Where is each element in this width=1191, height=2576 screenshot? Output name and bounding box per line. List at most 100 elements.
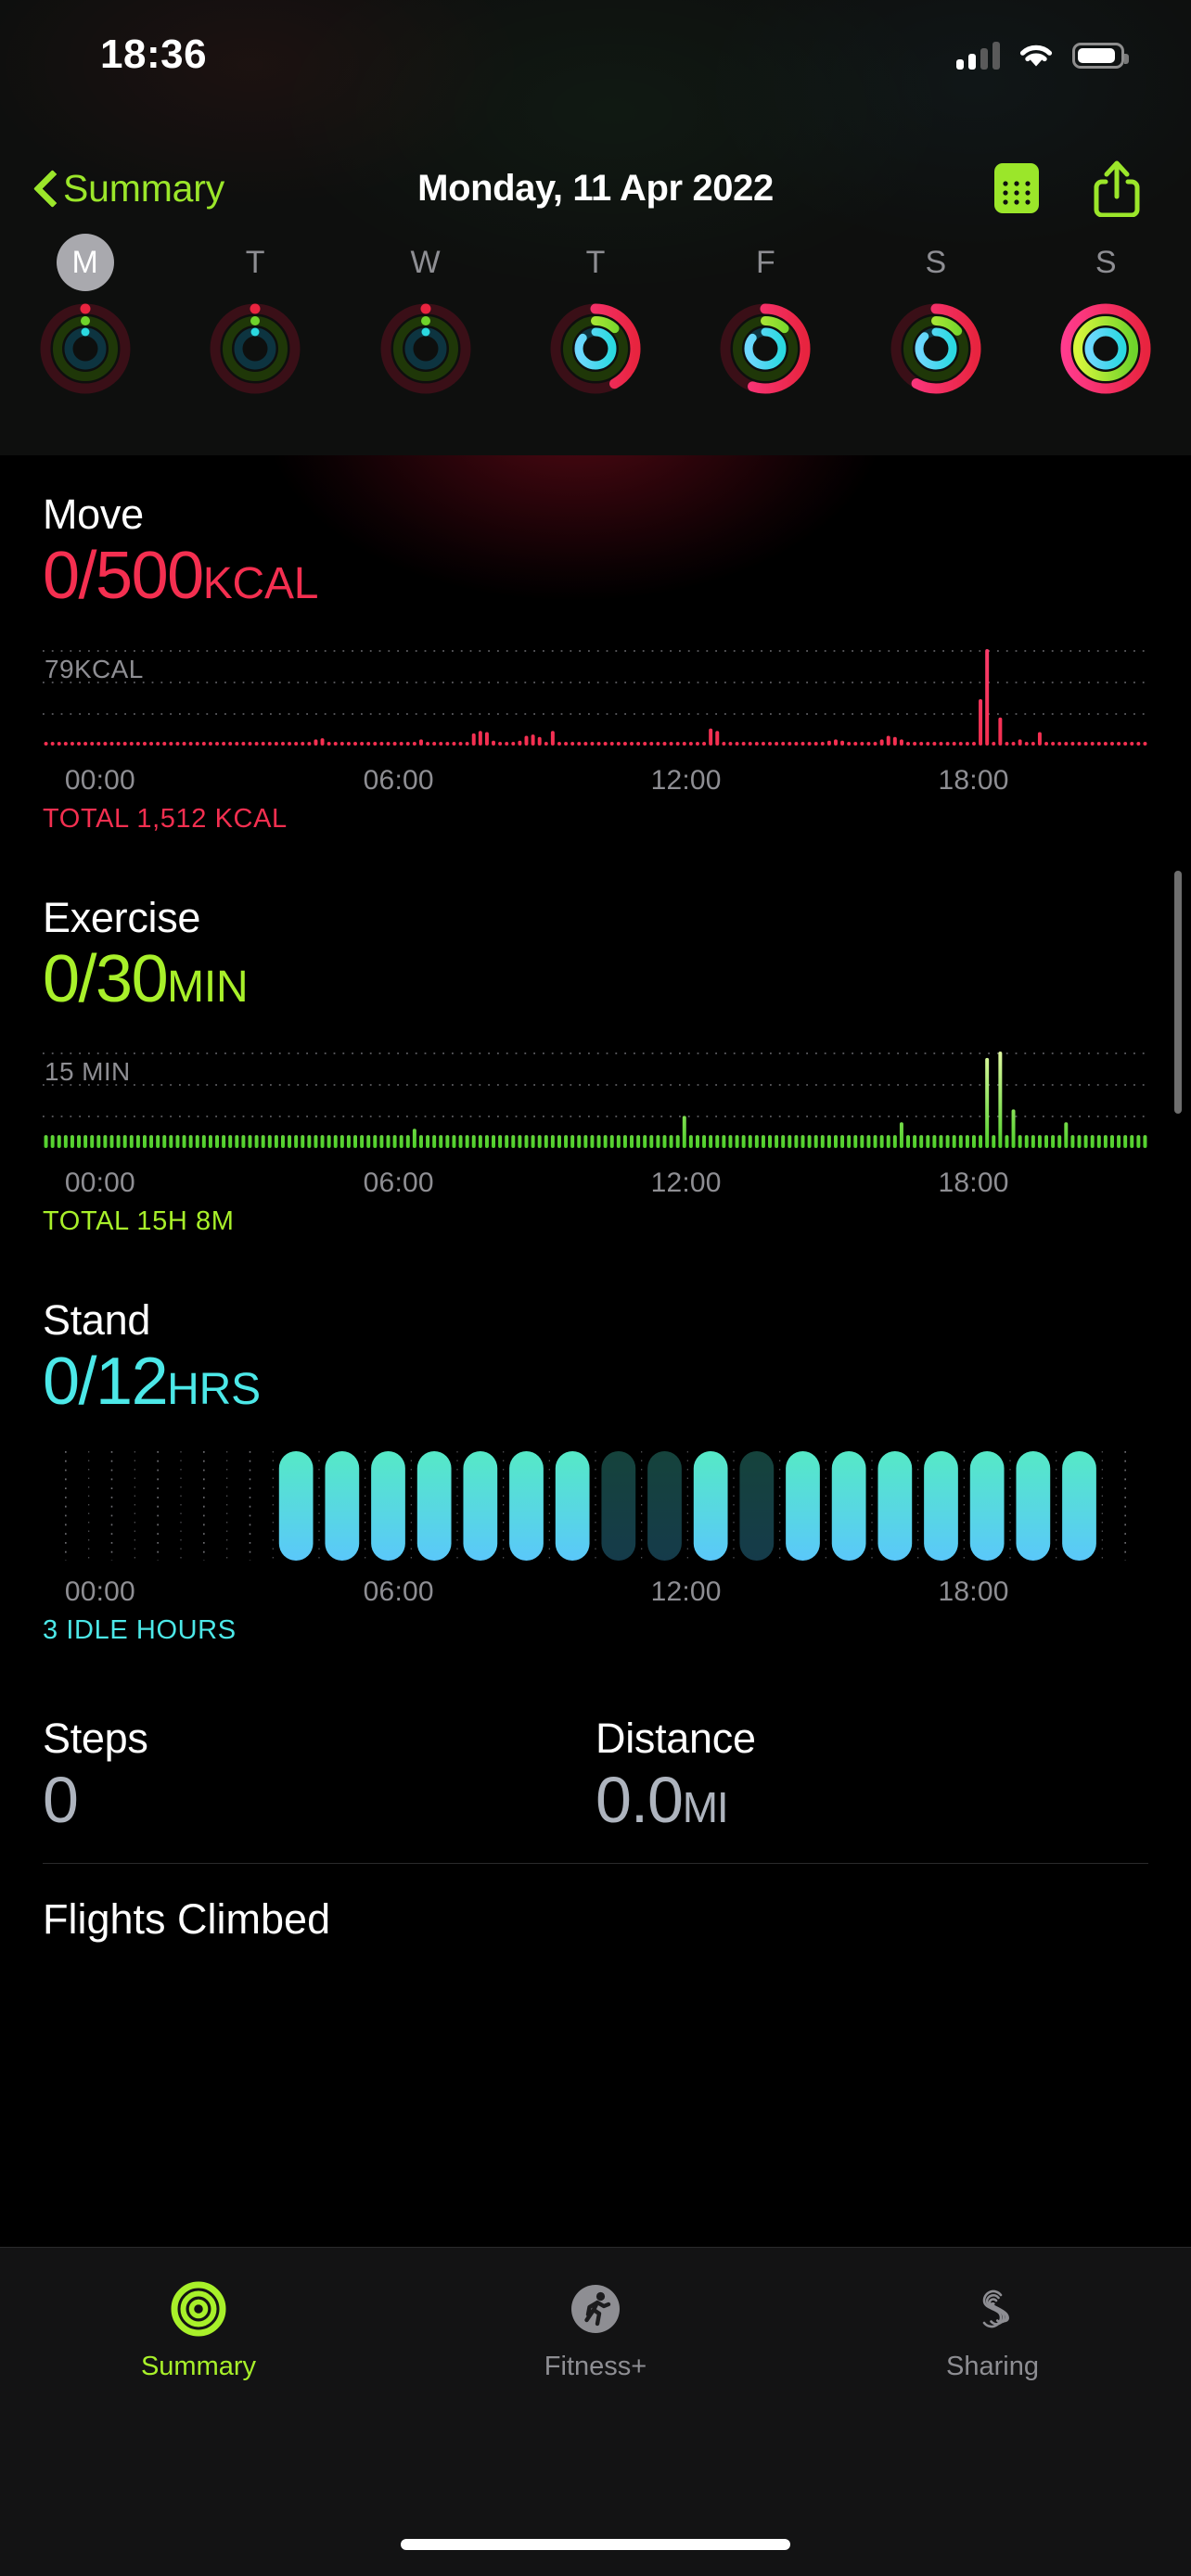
scroll-content[interactable]: Move 0/500KCAL 79KCAL 00:00 06:00 12:00 18:… <box>0 455 1191 2247</box>
chart-bar <box>1103 741 1108 746</box>
chart-bar <box>622 1135 627 1149</box>
chart-bar <box>1037 1135 1042 1149</box>
axis-tick-label: 06:00 <box>363 1167 434 1199</box>
week-day-4[interactable]: F <box>681 234 851 397</box>
chart-bar <box>44 1135 48 1149</box>
tab-fitness-plus[interactable]: Fitness+ <box>397 2279 794 2382</box>
chart-bar <box>847 1135 852 1149</box>
chart-bar <box>919 741 924 746</box>
scroll-indicator[interactable] <box>1174 871 1182 1114</box>
week-day-0[interactable]: M <box>0 234 170 397</box>
chart-bar <box>116 741 121 746</box>
week-day-label: T <box>585 245 606 280</box>
chart-bar <box>735 1135 739 1149</box>
chart-bar <box>992 1135 996 1149</box>
chart-bar <box>70 741 74 746</box>
calendar-icon[interactable] <box>992 161 1041 215</box>
chart-bar <box>899 739 903 746</box>
axis-tick-label: 12:00 <box>650 1167 722 1199</box>
chart-bar <box>682 1116 686 1149</box>
steps-title: Steps <box>43 1714 148 1762</box>
chart-bar <box>728 741 733 746</box>
chart-bar <box>280 741 285 746</box>
chart-bar <box>90 741 95 746</box>
chart-bar <box>913 741 917 746</box>
chart-bar <box>103 741 108 746</box>
tab-sharing-label: Sharing <box>946 2352 1039 2381</box>
chart-bar <box>1024 741 1029 746</box>
week-day-label: F <box>756 245 775 280</box>
chart-bar <box>122 1135 127 1149</box>
steps-stat: Steps 0 <box>43 1715 596 1838</box>
chart-bar <box>853 741 858 746</box>
chart-bar <box>320 737 325 746</box>
week-day-3[interactable]: T <box>510 234 680 397</box>
chart-bar <box>498 1135 503 1149</box>
chart-bar <box>135 741 140 746</box>
chart-bar <box>235 741 239 746</box>
share-icon[interactable] <box>1093 159 1141 217</box>
week-day-selector[interactable]: MTWTFSS <box>0 234 1191 455</box>
chart-bar <box>1077 741 1082 746</box>
chart-bar <box>979 1135 983 1149</box>
chart-bar <box>643 741 647 746</box>
chart-bar <box>320 1135 325 1149</box>
battery-icon <box>1072 43 1129 69</box>
week-day-2[interactable]: W <box>340 234 510 397</box>
week-day-5[interactable]: S <box>851 234 1020 397</box>
chart-bar <box>1051 1135 1056 1149</box>
chart-bar <box>235 1135 239 1149</box>
chart-bar <box>616 1135 621 1149</box>
axis-tick-label: 06:00 <box>363 1575 434 1607</box>
chart-bar <box>998 717 1003 746</box>
stand-hour-bar <box>555 1450 590 1561</box>
distance-title: Distance <box>596 1714 756 1762</box>
chart-bar <box>979 698 983 746</box>
chart-bar <box>518 740 522 746</box>
chart-bar <box>630 741 634 746</box>
chart-bar <box>636 1135 641 1149</box>
chart-bar <box>248 741 252 746</box>
chart-bar <box>985 1058 990 1149</box>
move-section: Move 0/500KCAL 79KCAL 00:00 06:00 12:00 18:… <box>0 455 1191 835</box>
chart-bar <box>820 1135 825 1149</box>
chart-bar <box>583 741 588 746</box>
chart-bar <box>1051 741 1056 746</box>
move-axis-max-label: 79KCAL <box>45 654 144 683</box>
activity-rings-icon <box>171 2281 226 2337</box>
back-button[interactable]: Summary <box>33 167 224 210</box>
tab-sharing[interactable]: Sharing <box>794 2279 1191 2382</box>
chart-bar <box>452 741 456 746</box>
chart-bar <box>557 1135 561 1149</box>
chart-bar <box>50 741 55 746</box>
chart-bar <box>985 648 990 746</box>
chart-bar <box>531 1135 535 1149</box>
chart-bar <box>926 1135 930 1149</box>
chart-bar <box>761 741 765 746</box>
axis-tick-label: 12:00 <box>650 764 722 796</box>
axis-tick-label: 18:00 <box>938 1575 1009 1607</box>
chart-bar <box>439 1135 443 1149</box>
distance-value: 0.0MI <box>596 1763 729 1836</box>
week-day-1[interactable]: T <box>170 234 339 397</box>
stand-hour-bar <box>509 1450 544 1561</box>
stand-title: Stand <box>43 1296 151 1345</box>
chart-bar <box>866 741 871 746</box>
chart-bar <box>1018 1135 1022 1149</box>
tab-summary[interactable]: Summary <box>0 2279 397 2382</box>
chart-bar <box>1143 741 1147 746</box>
week-day-6[interactable]: S <box>1021 234 1191 397</box>
chart-bar <box>800 741 805 746</box>
chart-bar <box>544 1135 548 1149</box>
chart-bar <box>182 741 186 746</box>
chart-bar <box>649 741 654 746</box>
chart-bar <box>63 741 68 746</box>
stand-axis-ticks: 00:00 06:00 12:00 18:00 <box>43 1576 1148 1613</box>
chart-bar <box>669 1135 673 1149</box>
chart-bar <box>63 1135 68 1149</box>
chart-bar <box>524 1135 529 1149</box>
chart-bar <box>505 741 509 746</box>
chart-bar <box>564 741 569 746</box>
chart-bar <box>353 741 358 746</box>
chart-bar <box>682 741 686 746</box>
